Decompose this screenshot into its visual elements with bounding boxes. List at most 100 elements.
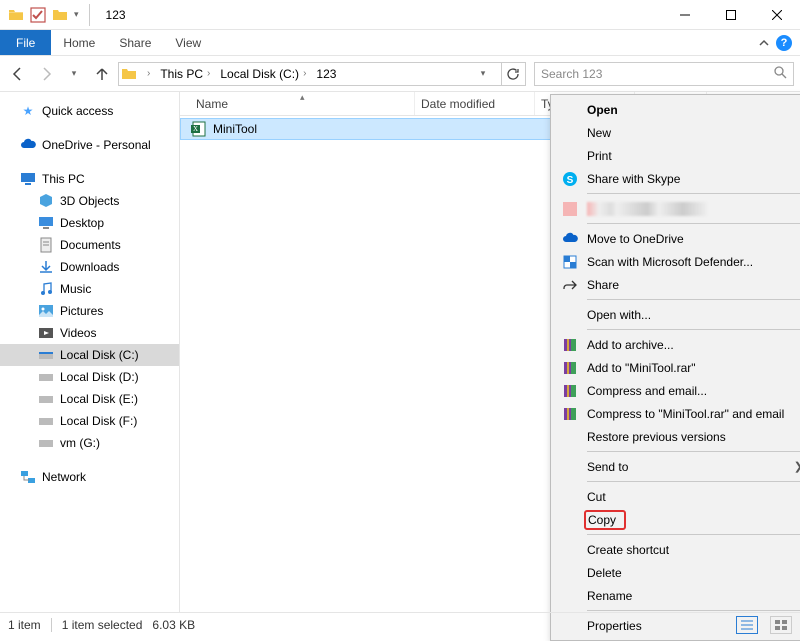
disk-icon: [38, 369, 54, 385]
help-icon[interactable]: ?: [776, 35, 792, 51]
ctx-delete[interactable]: Delete: [553, 561, 800, 584]
search-input[interactable]: Search 123: [534, 62, 794, 86]
ctx-compress-email[interactable]: Compress and email...: [553, 379, 800, 402]
crumb-local-disk-c[interactable]: Local Disk (C:)›: [216, 67, 310, 81]
ctx-open-with[interactable]: Open with...: [553, 303, 800, 326]
sidebar-this-pc[interactable]: This PC: [0, 168, 179, 190]
properties-quick-icon[interactable]: [30, 7, 46, 23]
ribbon-collapse-icon[interactable]: [758, 37, 770, 49]
ctx-restore-prev[interactable]: Restore previous versions: [553, 425, 800, 448]
ctx-share[interactable]: Share: [553, 273, 800, 296]
ctx-rename[interactable]: Rename: [553, 584, 800, 607]
sidebar-item-local-disk-f[interactable]: Local Disk (F:): [0, 410, 179, 432]
crumb-123[interactable]: 123: [312, 67, 340, 81]
large-icons-view-button[interactable]: [770, 616, 792, 634]
address-dropdown[interactable]: ▾: [471, 62, 495, 86]
ctx-compress-minitool-email[interactable]: Compress to "MiniTool.rar" and email: [553, 402, 800, 425]
sidebar-item-label: Network: [42, 470, 86, 484]
ctx-add-minitool-rar[interactable]: Add to "MiniTool.rar": [553, 356, 800, 379]
music-icon: [38, 281, 54, 297]
sidebar-item-local-disk-d[interactable]: Local Disk (D:): [0, 366, 179, 388]
sidebar-item-label: Local Disk (D:): [60, 370, 139, 384]
ctx-move-onedrive[interactable]: Move to OneDrive: [553, 227, 800, 250]
tab-view[interactable]: View: [163, 30, 213, 55]
winrar-icon: [561, 336, 579, 354]
disk-icon: [38, 347, 54, 363]
recent-dropdown[interactable]: ▾: [62, 62, 86, 86]
title-bar: ▾ 123: [0, 0, 800, 30]
pictures-icon: [38, 303, 54, 319]
breadcrumb[interactable]: › This PC› Local Disk (C:)› 123 ▾: [118, 62, 526, 86]
sidebar-item-downloads[interactable]: Downloads: [0, 256, 179, 278]
3d-objects-icon: [38, 193, 54, 209]
disk-icon: [38, 391, 54, 407]
maximize-button[interactable]: [708, 0, 754, 30]
sidebar: ★ Quick access OneDrive - Personal This …: [0, 92, 180, 612]
forward-button[interactable]: [34, 62, 58, 86]
sidebar-item-vm-g[interactable]: vm (G:): [0, 432, 179, 454]
sidebar-item-label: vm (G:): [60, 436, 100, 450]
sidebar-item-label: Documents: [60, 238, 121, 252]
sidebar-item-pictures[interactable]: Pictures: [0, 300, 179, 322]
ctx-share-skype[interactable]: SShare with Skype: [553, 167, 800, 190]
sidebar-onedrive[interactable]: OneDrive - Personal: [0, 134, 179, 156]
folder-new-icon[interactable]: [52, 7, 68, 23]
status-item-count: 1 item: [8, 618, 41, 632]
status-selection: 1 item selected: [62, 618, 143, 632]
sidebar-item-3d-objects[interactable]: 3D Objects: [0, 190, 179, 212]
network-icon: [20, 469, 36, 485]
sidebar-item-label: Music: [60, 282, 91, 296]
tab-share[interactable]: Share: [107, 30, 163, 55]
winrar-icon: [561, 359, 579, 377]
tab-file[interactable]: File: [0, 30, 51, 55]
refresh-button[interactable]: [501, 62, 523, 86]
window-title: 123: [102, 8, 662, 22]
ctx-print[interactable]: Print: [553, 144, 800, 167]
sidebar-item-documents[interactable]: Documents: [0, 234, 179, 256]
sidebar-item-label: Quick access: [42, 104, 113, 118]
ctx-open[interactable]: Open: [553, 98, 800, 121]
ctx-cut[interactable]: Cut: [553, 485, 800, 508]
sidebar-item-label: Downloads: [60, 260, 119, 274]
sidebar-quick-access[interactable]: ★ Quick access: [0, 100, 179, 122]
svg-text:X: X: [193, 125, 198, 133]
sidebar-item-videos[interactable]: Videos: [0, 322, 179, 344]
ctx-scan-defender[interactable]: Scan with Microsoft Defender...: [553, 250, 800, 273]
back-button[interactable]: [6, 62, 30, 86]
crumb-this-pc[interactable]: This PC›: [156, 67, 214, 81]
sidebar-item-desktop[interactable]: Desktop: [0, 212, 179, 234]
sidebar-item-label: Desktop: [60, 216, 104, 230]
search-placeholder: Search 123: [541, 67, 602, 81]
file-list: ▴ Name Date modified Type Size X MiniToo…: [180, 92, 800, 612]
redacted-label: [587, 202, 707, 216]
close-button[interactable]: [754, 0, 800, 30]
up-button[interactable]: [90, 62, 114, 86]
folder-icon: [121, 66, 137, 82]
ctx-copy[interactable]: Copy: [553, 508, 800, 531]
sidebar-item-label: OneDrive - Personal: [42, 138, 151, 152]
sidebar-network[interactable]: Network: [0, 466, 179, 488]
column-date[interactable]: Date modified: [415, 92, 535, 115]
details-view-button[interactable]: [736, 616, 758, 634]
ribbon: File Home Share View ?: [0, 30, 800, 56]
sidebar-item-local-disk-e[interactable]: Local Disk (E:): [0, 388, 179, 410]
ctx-send-to[interactable]: Send to❯: [553, 455, 800, 478]
ctx-add-archive[interactable]: Add to archive...: [553, 333, 800, 356]
sidebar-item-label: Local Disk (C:): [60, 348, 139, 362]
sidebar-item-label: Local Disk (E:): [60, 392, 138, 406]
tab-home[interactable]: Home: [51, 30, 107, 55]
minimize-button[interactable]: [662, 0, 708, 30]
disk-icon: [38, 413, 54, 429]
qat-dropdown-icon[interactable]: ▾: [74, 9, 79, 20]
sidebar-item-music[interactable]: Music: [0, 278, 179, 300]
ctx-new[interactable]: New: [553, 121, 800, 144]
ctx-redacted[interactable]: [553, 197, 800, 220]
sidebar-item-label: Videos: [60, 326, 96, 340]
winrar-icon: [561, 405, 579, 423]
sidebar-item-local-disk-c[interactable]: Local Disk (C:): [0, 344, 179, 366]
ctx-create-shortcut[interactable]: Create shortcut: [553, 538, 800, 561]
skype-icon: S: [561, 170, 579, 188]
documents-icon: [38, 237, 54, 253]
chevron-right-icon: ❯: [794, 460, 800, 473]
disk-icon: [38, 435, 54, 451]
